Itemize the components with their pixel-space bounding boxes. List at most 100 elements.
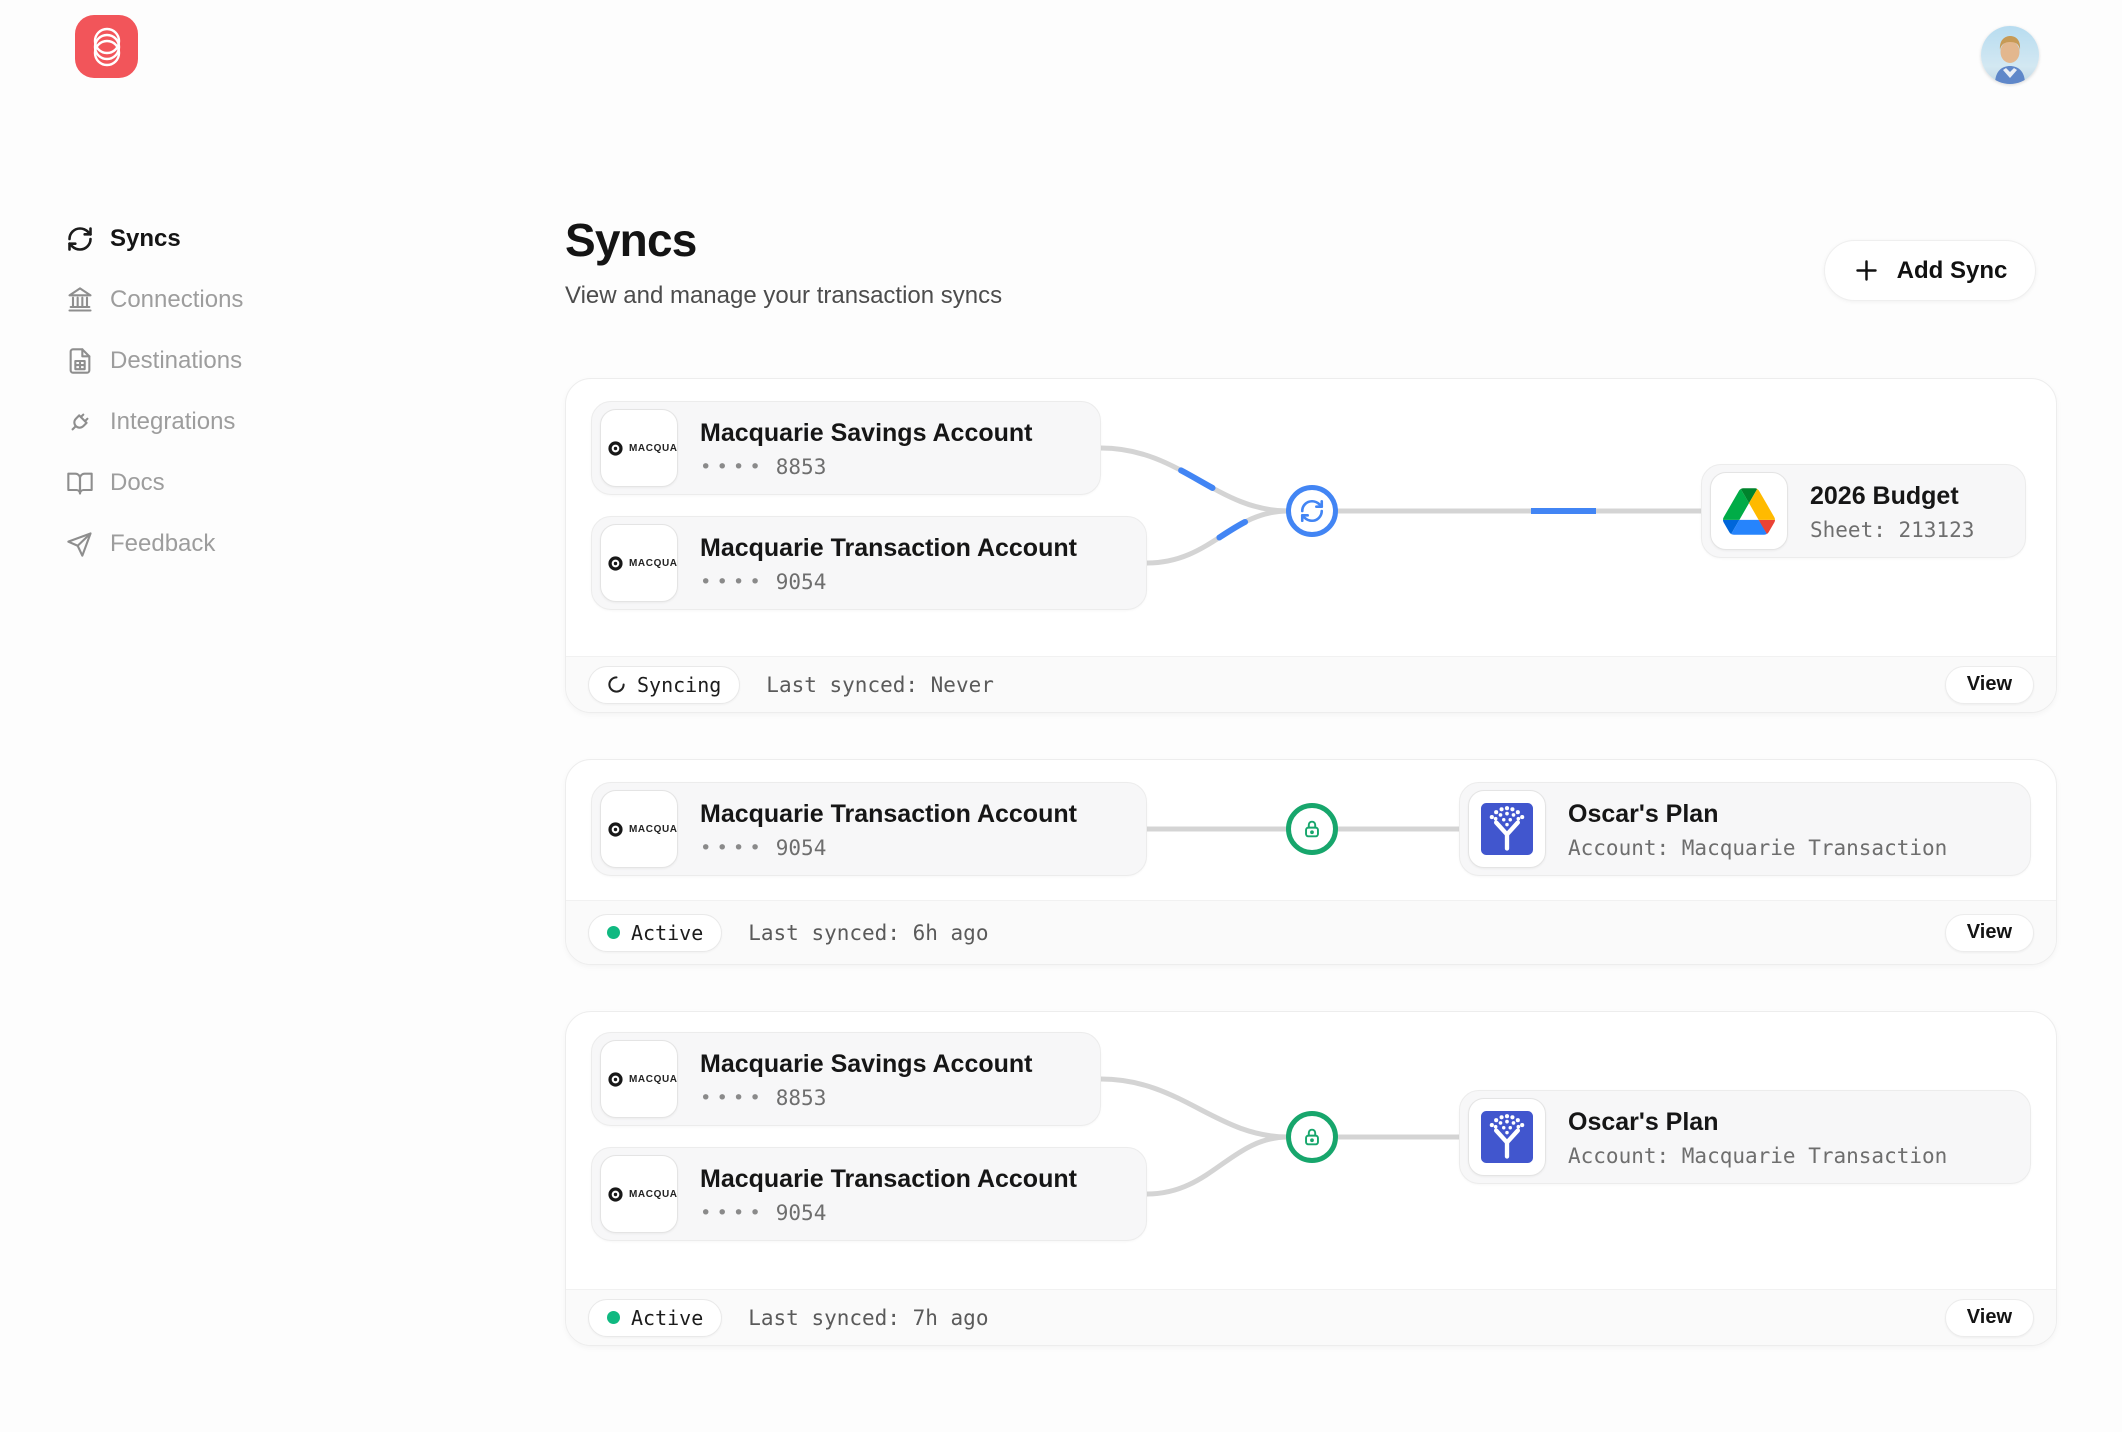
sidebar-item-connections[interactable]: Connections [66,269,446,330]
spinner-icon [607,675,626,694]
sync-card-list: MACQUARIE Macquarie Savings Account ••••… [565,378,2057,1346]
add-sync-button[interactable]: Add Sync [1824,240,2036,301]
active-dot-icon [607,1311,620,1324]
macquarie-logo: MACQUARIE [600,409,678,487]
account-name: Macquarie Transaction Account [700,1164,1077,1194]
account-name: Macquarie Transaction Account [700,799,1077,829]
source-account-node: MACQUARIE Macquarie Transaction Account … [591,1147,1147,1241]
book-icon [66,469,94,497]
status-badge: Active [588,914,722,952]
macquarie-logo: MACQUARIE [600,790,678,868]
destination-detail: Sheet: 213123 [1810,518,1974,542]
sidebar-item-label: Destinations [110,347,242,375]
sidebar-item-label: Syncs [110,225,181,253]
avatar-photo [1981,26,2039,84]
provider-label: MACQUARIE [629,443,678,454]
provider-label: MACQUARIE [629,1189,678,1200]
status-label: Active [631,1306,703,1330]
sidebar-item-docs[interactable]: Docs [66,452,446,513]
sync-card: MACQUARIE Macquarie Transaction Account … [565,759,2057,965]
add-sync-label: Add Sync [1897,257,2008,285]
provider-label: MACQUARIE [629,1074,678,1085]
ynab-logo [1468,790,1546,868]
sidebar-item-label: Integrations [110,408,235,436]
view-button[interactable]: View [1945,914,2034,952]
account-last4: 9054 [776,570,827,594]
macquarie-logo: MACQUARIE [600,1155,678,1233]
sidebar-item-feedback[interactable]: Feedback [66,513,446,574]
sidebar-item-syncs[interactable]: Syncs [66,208,446,269]
status-label: Syncing [637,673,721,697]
masked-digits: •••• [700,571,766,593]
source-account-node: MACQUARIE Macquarie Transaction Account … [591,782,1147,876]
view-button[interactable]: View [1945,1299,2034,1337]
sync-icon [66,225,94,253]
app-logo[interactable] [75,15,138,78]
sync-card-footer: Syncing Last synced: Never View [566,656,2056,712]
lock-icon [1301,818,1323,840]
sidebar-item-label: Docs [110,469,165,497]
macquarie-mark-icon [607,555,624,572]
masked-digits: •••• [700,837,766,859]
account-name: Macquarie Transaction Account [700,533,1077,563]
source-account-node: MACQUARIE Macquarie Savings Account ••••… [591,1032,1101,1126]
user-avatar[interactable] [1981,26,2039,84]
sidebar-item-label: Connections [110,286,243,314]
ynab-icon [1481,1111,1533,1163]
lock-icon [1301,1126,1323,1148]
destination-node: 2026 Budget Sheet: 213123 [1701,464,2026,558]
secure-link-node [1286,803,1338,855]
active-dot-icon [607,926,620,939]
sync-card: MACQUARIE Macquarie Savings Account ••••… [565,378,2057,713]
sync-card: MACQUARIE Macquarie Savings Account ••••… [565,1011,2057,1346]
spreadsheet-doc-icon [66,347,94,375]
last-synced-text: Last synced: Never [766,673,994,697]
status-badge: Syncing [588,666,740,704]
destination-name: Oscar's Plan [1568,1107,1947,1137]
masked-digits: •••• [700,456,766,478]
account-name: Macquarie Savings Account [700,418,1033,448]
view-button[interactable]: View [1945,666,2034,704]
destination-detail: Account: Macquarie Transaction [1568,1144,1947,1168]
ynab-logo [1468,1098,1546,1176]
sidebar: Syncs Connections Destinations Integrati… [66,208,446,574]
destination-node: Oscar's Plan Account: Macquarie Transact… [1459,1090,2031,1184]
secure-link-node [1286,1111,1338,1163]
sync-status-node [1286,485,1338,537]
masked-digits: •••• [700,1202,766,1224]
macquarie-logo: MACQUARIE [600,524,678,602]
google-drive-icon [1723,488,1775,535]
status-badge: Active [588,1299,722,1337]
macquarie-mark-icon [607,1186,624,1203]
macquarie-mark-icon [607,1071,624,1088]
sync-card-footer: Active Last synced: 7h ago View [566,1289,2056,1345]
destination-node: Oscar's Plan Account: Macquarie Transact… [1459,782,2031,876]
macquarie-mark-icon [607,821,624,838]
provider-label: MACQUARIE [629,558,678,569]
macquarie-logo: MACQUARIE [600,1040,678,1118]
status-label: Active [631,921,703,945]
provider-label: MACQUARIE [629,824,678,835]
paper-plane-icon [66,530,94,558]
sync-icon [1299,498,1325,524]
account-last4: 9054 [776,1201,827,1225]
destination-name: 2026 Budget [1810,481,1974,511]
ynab-icon [1481,803,1533,855]
masked-digits: •••• [700,1087,766,1109]
main-content: Syncs View and manage your transaction s… [565,212,2057,1346]
last-synced-text: Last synced: 7h ago [748,1306,988,1330]
google-drive-logo [1710,472,1788,550]
account-last4: 9054 [776,836,827,860]
plus-icon [1853,257,1880,284]
account-last4: 8853 [776,455,827,479]
sidebar-item-destinations[interactable]: Destinations [66,330,446,391]
source-account-node: MACQUARIE Macquarie Savings Account ••••… [591,401,1101,495]
last-synced-text: Last synced: 6h ago [748,921,988,945]
macquarie-mark-icon [607,440,624,457]
rings-logo-icon [85,25,129,69]
sidebar-item-label: Feedback [110,530,215,558]
sidebar-item-integrations[interactable]: Integrations [66,391,446,452]
destination-detail: Account: Macquarie Transaction [1568,836,1947,860]
destination-name: Oscar's Plan [1568,799,1947,829]
sync-card-footer: Active Last synced: 6h ago View [566,900,2056,964]
